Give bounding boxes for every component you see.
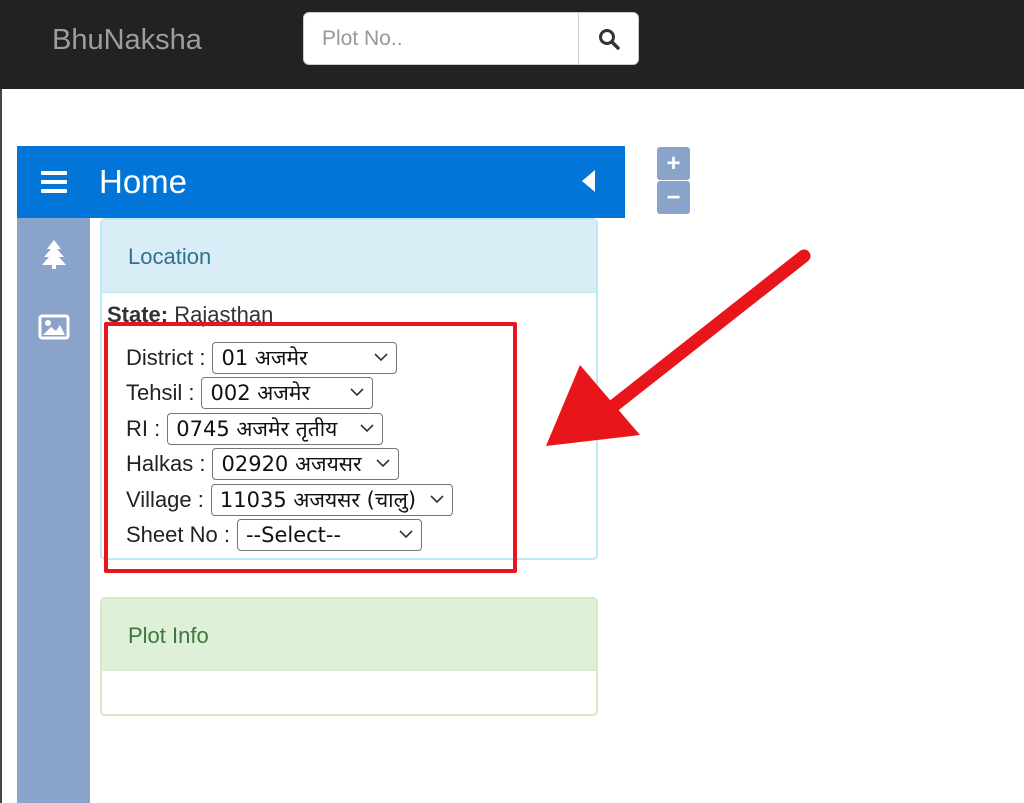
brand-logo-text[interactable]: BhuNaksha: [52, 24, 202, 57]
hamburger-icon[interactable]: [41, 171, 67, 193]
location-card-header[interactable]: Location: [102, 220, 596, 293]
annotation-arrow-icon: [546, 249, 811, 446]
plot-info-card: Plot Info: [100, 597, 598, 716]
caret-left-icon[interactable]: [582, 170, 595, 192]
plot-info-card-header[interactable]: Plot Info: [102, 599, 596, 671]
magnifier-icon: [599, 28, 620, 50]
annotation-highlight-box: [104, 322, 517, 573]
plot-search-input[interactable]: [304, 13, 578, 64]
zoom-out-button[interactable]: −: [657, 181, 690, 214]
location-card-title: Location: [128, 244, 212, 269]
page-edge: [0, 89, 2, 803]
search-button[interactable]: [578, 13, 638, 64]
plot-search-group: [303, 12, 639, 65]
zoom-in-button[interactable]: +: [657, 147, 690, 180]
side-rail: [17, 218, 90, 803]
top-navbar: BhuNaksha: [0, 0, 1024, 89]
tree-icon[interactable]: [38, 238, 70, 270]
image-icon[interactable]: [38, 311, 70, 343]
panel-title: Home: [99, 163, 188, 200]
plot-info-card-title: Plot Info: [128, 623, 209, 648]
